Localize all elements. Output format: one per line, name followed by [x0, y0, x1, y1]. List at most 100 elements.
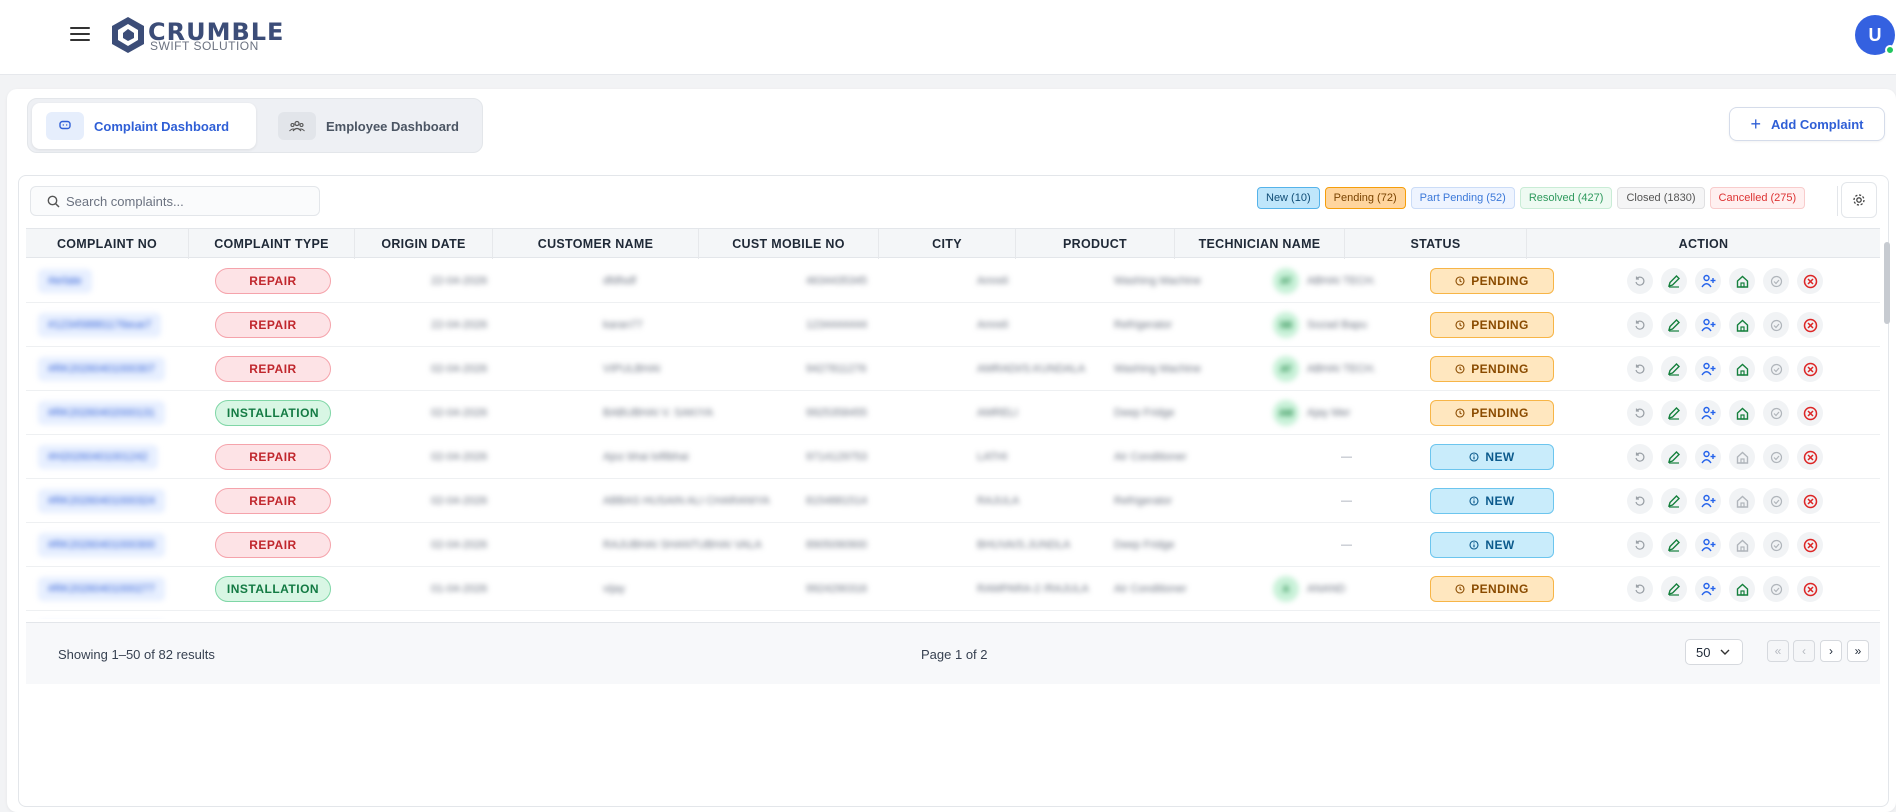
- filter-part-pending[interactable]: Part Pending (52): [1410, 187, 1515, 209]
- table-row[interactable]: #RK20260402000131 INSTALLATION 02-04-2026 B…: [26, 391, 1880, 435]
- edit-button[interactable]: [1661, 400, 1687, 426]
- filter-pending[interactable]: Pending (72): [1324, 187, 1406, 209]
- resolve-button[interactable]: [1763, 532, 1789, 558]
- complaint-no-link[interactable]: #RK20260402000131: [38, 401, 166, 425]
- edit-button[interactable]: [1661, 312, 1687, 338]
- assign-technician-button[interactable]: [1695, 576, 1721, 602]
- home-visit-button[interactable]: [1729, 268, 1755, 294]
- resolve-button[interactable]: [1763, 488, 1789, 514]
- assign-technician-button[interactable]: [1695, 444, 1721, 470]
- table-row[interactable]: #RK20260401000307 REPAIR 02-04-2026 VIPULBH…: [26, 347, 1880, 391]
- column-header[interactable]: ORIGIN DATE: [355, 229, 493, 259]
- tab-complaint-dashboard[interactable]: Complaint Dashboard: [32, 103, 256, 149]
- cancel-button[interactable]: [1797, 488, 1823, 514]
- assign-technician-button[interactable]: [1695, 312, 1721, 338]
- complaint-no-cell[interactable]: #RK20260401000307: [38, 347, 166, 391]
- last-page-button[interactable]: »: [1847, 640, 1869, 662]
- complaint-no-link[interactable]: #123458881176eue7: [38, 313, 162, 337]
- reset-button[interactable]: [1627, 576, 1653, 602]
- assign-technician-button[interactable]: [1695, 532, 1721, 558]
- column-header[interactable]: COMPLAINT TYPE: [189, 229, 355, 259]
- table-row[interactable]: #RK20260401000324 REPAIR 02-04-2026 ABBAS H…: [26, 479, 1880, 523]
- complaint-no-cell[interactable]: #erlate: [38, 259, 92, 303]
- prev-page-button[interactable]: ‹: [1793, 640, 1815, 662]
- complaint-no-cell[interactable]: #RK20260401000324: [38, 479, 166, 523]
- edit-button[interactable]: [1661, 356, 1687, 382]
- column-header[interactable]: COMPLAINT NO: [26, 229, 189, 259]
- complaint-no-link[interactable]: #erlate: [38, 269, 92, 293]
- cancel-button[interactable]: [1797, 356, 1823, 382]
- first-page-button[interactable]: «: [1767, 640, 1789, 662]
- complaint-no-cell[interactable]: #RK20260401000265: [38, 611, 165, 619]
- cancel-button[interactable]: [1797, 444, 1823, 470]
- reset-button[interactable]: [1627, 312, 1653, 338]
- cancel-button[interactable]: [1797, 532, 1823, 558]
- table-row[interactable]: #H20260401001242 REPAIR 02-04-2026 Ajoz bha…: [26, 435, 1880, 479]
- next-page-button[interactable]: ›: [1820, 640, 1842, 662]
- filter-resolved[interactable]: Resolved (427): [1519, 187, 1613, 209]
- filter-cancelled[interactable]: Cancelled (275): [1709, 187, 1806, 209]
- resolve-button[interactable]: [1763, 444, 1789, 470]
- resolve-button[interactable]: [1763, 356, 1789, 382]
- resolve-button[interactable]: [1763, 400, 1789, 426]
- home-visit-button[interactable]: [1729, 488, 1755, 514]
- assign-technician-button[interactable]: [1695, 488, 1721, 514]
- brand-logo[interactable]: CRUMBLE SWIFT SOLUTION: [110, 16, 300, 56]
- reset-button[interactable]: [1627, 488, 1653, 514]
- reset-button[interactable]: [1627, 268, 1653, 294]
- reset-button[interactable]: [1627, 532, 1653, 558]
- tab-employee-dashboard[interactable]: Employee Dashboard: [264, 103, 478, 149]
- complaint-no-cell[interactable]: #RK20260401000300: [38, 523, 166, 567]
- complaint-no-link[interactable]: #RK20260401000324: [38, 489, 166, 513]
- assign-technician-button[interactable]: [1695, 400, 1721, 426]
- add-complaint-button[interactable]: + Add Complaint: [1729, 107, 1885, 141]
- complaint-no-cell[interactable]: #RK20260401000277: [38, 567, 166, 611]
- edit-button[interactable]: [1661, 488, 1687, 514]
- scrollbar[interactable]: [1884, 230, 1890, 620]
- column-header[interactable]: STATUS: [1345, 229, 1527, 259]
- reset-button[interactable]: [1627, 356, 1653, 382]
- home-visit-button[interactable]: [1729, 532, 1755, 558]
- edit-button[interactable]: [1661, 268, 1687, 294]
- complaint-no-link[interactable]: #H20260401001242: [38, 445, 158, 469]
- assign-technician-button[interactable]: [1695, 356, 1721, 382]
- column-header[interactable]: CITY: [879, 229, 1016, 259]
- table-row[interactable]: #RK20260401000265 REPAIR 01-04-2026 AFTAB B…: [26, 611, 1880, 619]
- cancel-button[interactable]: [1797, 312, 1823, 338]
- edit-button[interactable]: [1661, 532, 1687, 558]
- resolve-button[interactable]: [1763, 268, 1789, 294]
- home-visit-button[interactable]: [1729, 576, 1755, 602]
- reset-button[interactable]: [1627, 444, 1653, 470]
- home-visit-button[interactable]: [1729, 444, 1755, 470]
- column-header[interactable]: CUST MOBILE NO: [699, 229, 879, 259]
- table-row[interactable]: #erlate REPAIR 22-04-2026 dfdfsdf 4634435345…: [26, 259, 1880, 303]
- assign-technician-button[interactable]: [1695, 268, 1721, 294]
- resolve-button[interactable]: [1763, 312, 1789, 338]
- edit-button[interactable]: [1661, 576, 1687, 602]
- table-row[interactable]: #RK20260401000300 REPAIR 02-04-2026 RAJUBHA…: [26, 523, 1880, 567]
- cancel-button[interactable]: [1797, 576, 1823, 602]
- complaint-no-link[interactable]: #RK20260401000307: [38, 357, 166, 381]
- column-header[interactable]: TECHNICIAN NAME: [1175, 229, 1345, 259]
- cancel-button[interactable]: [1797, 268, 1823, 294]
- home-visit-button[interactable]: [1729, 312, 1755, 338]
- resolve-button[interactable]: [1763, 576, 1789, 602]
- table-row[interactable]: #123458881176eue7 REPAIR 22-04-2026 karan77…: [26, 303, 1880, 347]
- reset-button[interactable]: [1627, 400, 1653, 426]
- hamburger-menu-icon[interactable]: [70, 27, 90, 43]
- cancel-button[interactable]: [1797, 400, 1823, 426]
- complaint-no-cell[interactable]: #RK20260402000131: [38, 391, 166, 435]
- table-row[interactable]: #RK20260401000277 INSTALLATION 01-04-2026 v…: [26, 567, 1880, 611]
- complaint-no-link[interactable]: #RK20260401000277: [38, 577, 166, 601]
- search-input[interactable]: [66, 193, 306, 209]
- complaint-no-cell[interactable]: #123458881176eue7: [38, 303, 162, 347]
- settings-button[interactable]: [1841, 182, 1877, 218]
- per-page-select[interactable]: 50: [1685, 639, 1743, 665]
- column-header[interactable]: CUSTOMER NAME: [493, 229, 699, 259]
- home-visit-button[interactable]: [1729, 356, 1755, 382]
- complaint-no-link[interactable]: #RK20260401000300: [38, 533, 166, 557]
- column-header[interactable]: PRODUCT: [1016, 229, 1175, 259]
- complaint-no-cell[interactable]: #H20260401001242: [38, 435, 158, 479]
- scroll-thumb[interactable]: [1884, 242, 1890, 324]
- filter-new[interactable]: New (10): [1257, 187, 1320, 209]
